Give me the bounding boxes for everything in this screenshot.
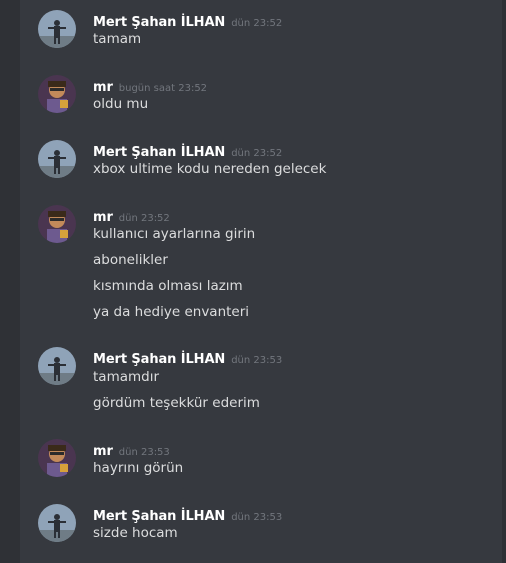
message-text: tamam xyxy=(93,31,142,47)
illustrated-avatar-icon[interactable] xyxy=(38,205,76,243)
timestamp: dün 23:53 xyxy=(231,355,283,366)
silhouette-avatar-icon[interactable] xyxy=(38,504,76,542)
username[interactable]: mr xyxy=(93,80,113,95)
message-header: Mert Şahan İLHAN dün 23:53 xyxy=(93,348,282,367)
message-text: ya da hediye envanteri xyxy=(93,304,250,320)
message-text: gördüm teşekkür ederim xyxy=(93,395,260,411)
username[interactable]: Mert Şahan İLHAN xyxy=(93,145,225,160)
message-header: mr dün 23:53 xyxy=(93,440,170,459)
message-header: mr bugün saat 23:52 xyxy=(93,76,207,95)
timestamp: dün 23:52 xyxy=(231,18,283,29)
timestamp: dün 23:52 xyxy=(231,148,283,159)
message-text: sizde hocam xyxy=(93,525,178,541)
silhouette-avatar-icon[interactable] xyxy=(38,10,76,48)
timestamp: dün 23:53 xyxy=(118,447,170,458)
timestamp: dün 23:52 xyxy=(118,213,170,224)
message-text: kısmında olması lazım xyxy=(93,278,243,294)
username[interactable]: Mert Şahan İLHAN xyxy=(93,352,225,367)
illustrated-avatar-icon[interactable] xyxy=(38,75,76,113)
username[interactable]: mr xyxy=(93,210,113,225)
message-text: tamamdır xyxy=(93,369,160,385)
scrollbar[interactable] xyxy=(502,0,506,563)
timestamp: dün 23:53 xyxy=(231,512,283,523)
username[interactable]: mr xyxy=(93,444,113,459)
username[interactable]: Mert Şahan İLHAN xyxy=(93,15,225,30)
silhouette-avatar-icon[interactable] xyxy=(38,347,76,385)
message-text: xbox ultime kodu nereden gelecek xyxy=(93,161,327,177)
message-header: Mert Şahan İLHAN dün 23:52 xyxy=(93,141,282,160)
message-text: oldu mu xyxy=(93,96,149,112)
username[interactable]: Mert Şahan İLHAN xyxy=(93,509,225,524)
message-header: Mert Şahan İLHAN dün 23:52 xyxy=(93,11,282,30)
message-header: mr dün 23:52 xyxy=(93,206,170,225)
message-text: kullanıcı ayarlarına girin xyxy=(93,226,256,242)
message-text: abonelikler xyxy=(93,252,168,268)
silhouette-avatar-icon[interactable] xyxy=(38,140,76,178)
channel-sidebar-edge xyxy=(0,0,20,563)
message-text: hayrını görün xyxy=(93,460,184,476)
timestamp: bugün saat 23:52 xyxy=(118,83,208,94)
illustrated-avatar-icon[interactable] xyxy=(38,439,76,477)
message-header: Mert Şahan İLHAN dün 23:53 xyxy=(93,505,282,524)
